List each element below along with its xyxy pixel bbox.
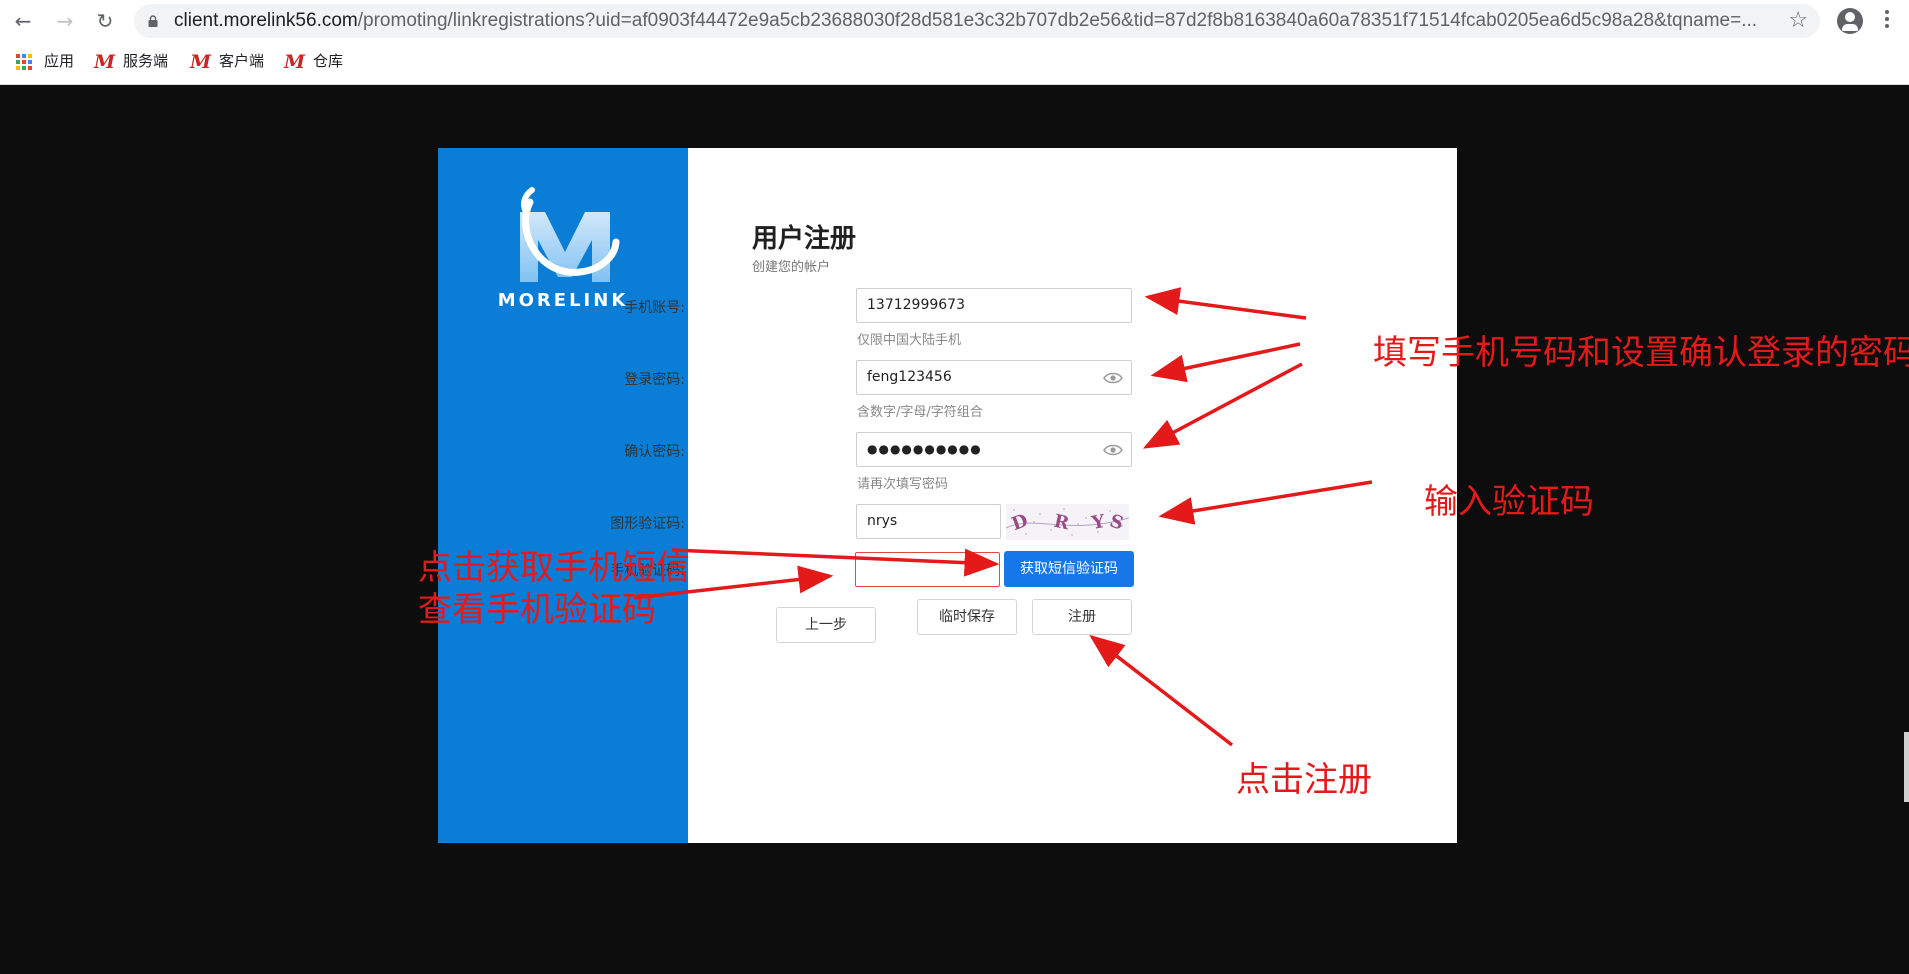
confirm-password-input[interactable]: ●●●●●●●●●● [856,432,1132,467]
account-avatar-icon[interactable] [1837,8,1863,34]
bookmark-apps[interactable]: 应用 [44,42,74,82]
bookmarks-bar: 应用 M 服务端 M 客户端 M 仓库 [0,42,1909,85]
browser-toolbar: ← → ↻ client.morelink56.com/promoting/li… [0,0,1909,42]
bookmark-star-icon[interactable]: ☆ [1788,4,1808,38]
confirm-password-hint: 请再次填写密码 [857,477,949,492]
morelink-logo-icon [520,187,620,282]
annotation-sms-line2: 查看手机验证码 [418,590,656,630]
password-value: feng123456 [867,369,952,385]
confirm-password-value: ●●●●●●●●●● [867,442,982,456]
forward-arrow-icon[interactable]: → [52,9,78,33]
captcha-label: 图形验证码: [610,516,685,532]
show-confirm-password-eye-icon[interactable] [1103,444,1123,456]
morelink-m-icon: M [94,51,116,74]
bookmark-label: 服务端 [123,53,169,70]
confirm-password-label: 确认密码: [624,444,685,460]
reload-icon[interactable]: ↻ [92,9,118,33]
bookmark-label: 仓库 [313,53,344,70]
previous-step-button[interactable]: 上一步 [776,607,876,643]
phone-label: 手机账号: [624,300,685,316]
bookmark-label: 客户端 [219,53,265,70]
phone-hint: 仅限中国大陆手机 [857,333,962,348]
address-bar[interactable]: client.morelink56.com/promoting/linkregi… [134,4,1820,38]
brand-sidebar: MORELINK [438,148,688,843]
back-arrow-icon[interactable]: ← [10,9,36,33]
show-password-eye-icon[interactable] [1103,372,1123,384]
apps-grid-icon[interactable] [16,54,32,70]
morelink-m-icon: M [284,51,306,74]
get-sms-code-button[interactable]: 获取短信验证码 [1004,551,1134,587]
captcha-input[interactable]: nrys [856,504,1001,539]
registration-card: MORELINK 用户注册 创建您的帐户 手机账号: 13712999673 仅… [438,148,1457,843]
annotation-click-register: 点击注册 [1236,760,1372,800]
temp-save-button[interactable]: 临时保存 [917,599,1017,635]
url-text: client.morelink56.com/promoting/linkregi… [174,4,1764,38]
bookmark-client[interactable]: M 客户端 [190,42,264,82]
page-title: 用户注册 [752,224,857,254]
captcha-image[interactable]: D R Y S [1006,504,1129,540]
morelink-m-icon: M [190,51,212,74]
bookmark-server[interactable]: M 服务端 [94,42,168,82]
url-host: client.morelink56.com [174,10,358,31]
password-input[interactable]: feng123456 [856,360,1132,395]
password-hint: 含数字/字母/字符组合 [857,405,983,420]
scrollbar-thumb[interactable] [1904,732,1909,802]
annotation-enter-captcha: 输入验证码 [1424,482,1594,522]
sms-code-input[interactable] [855,552,1000,587]
register-button[interactable]: 注册 [1032,599,1132,635]
lock-icon [148,15,158,27]
annotation-sms-line1: 点击获取手机短信 [418,548,690,588]
bookmark-warehouse[interactable]: M 仓库 [284,42,343,82]
annotation-fill-phone-password: 填写手机号码和设置确认登录的密码 [1373,333,1909,373]
url-path: /promoting/linkregistrations?uid=af0903f… [357,10,1758,31]
kebab-menu-icon[interactable] [1884,10,1890,32]
page-subtitle: 创建您的帐户 [752,260,831,275]
phone-input[interactable]: 13712999673 [856,288,1132,323]
password-label: 登录密码: [624,372,685,388]
